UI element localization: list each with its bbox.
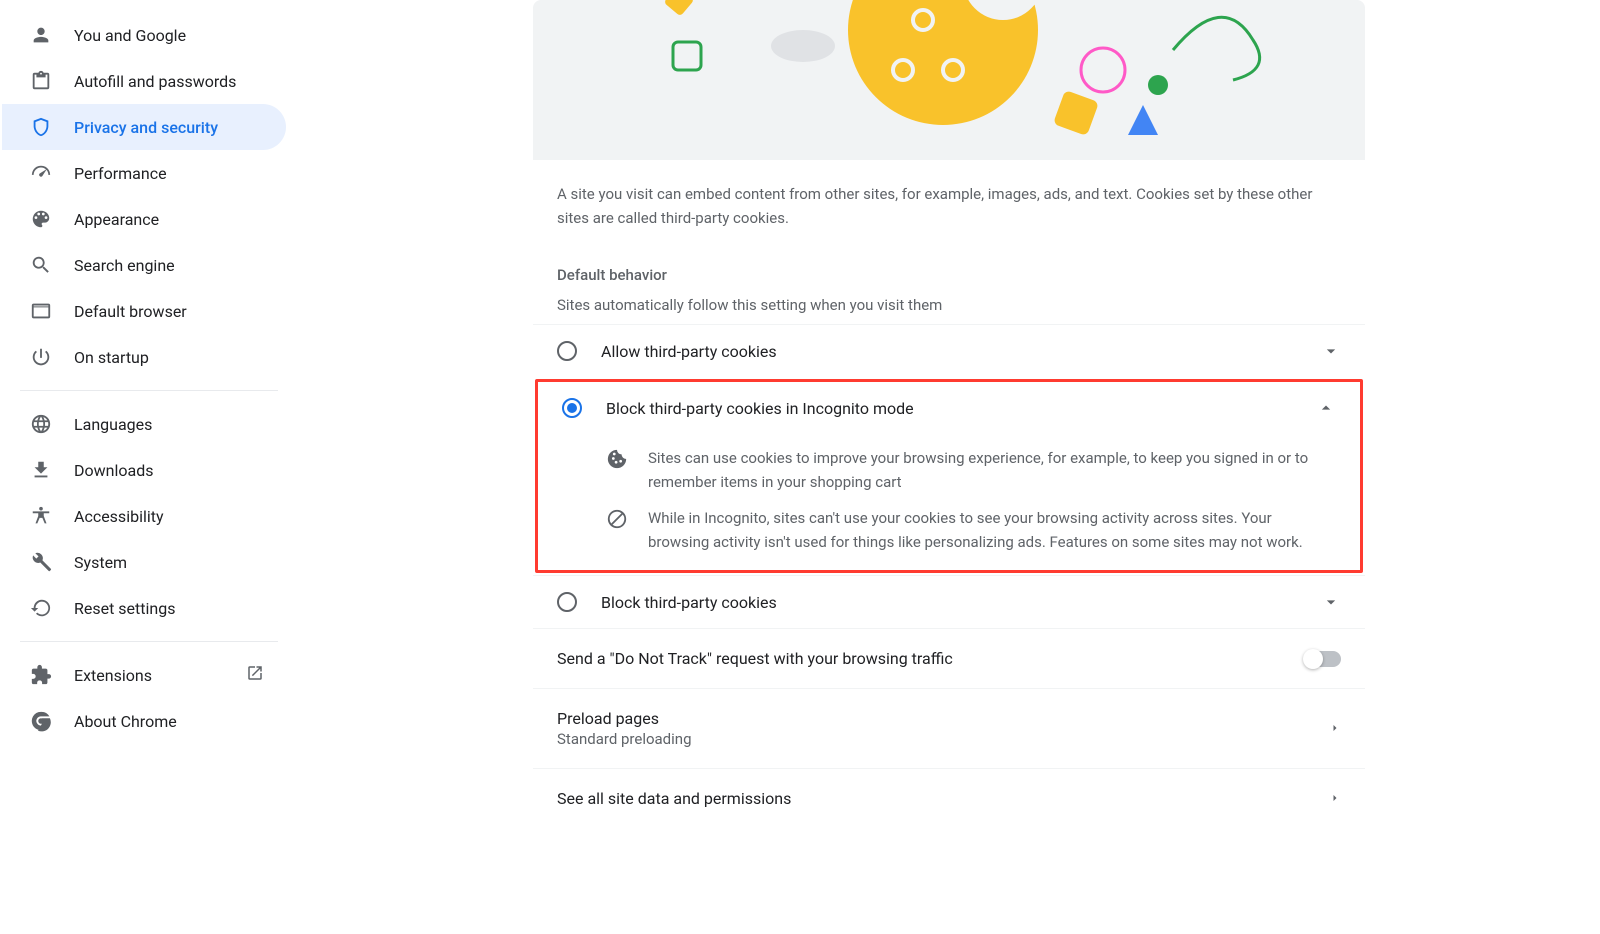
- option-block-incognito[interactable]: Block third-party cookies in Incognito m…: [538, 382, 1360, 434]
- sidebar-item-label: Autofill and passwords: [74, 72, 236, 91]
- sidebar-item-system[interactable]: System: [2, 539, 286, 585]
- chevron-up-icon[interactable]: [1316, 398, 1336, 418]
- sidebar-item-label: On startup: [74, 348, 149, 367]
- sidebar-item-about[interactable]: About Chrome: [2, 698, 286, 744]
- settings-main: A site you visit can embed content from …: [298, 0, 1600, 934]
- radio-button[interactable]: [562, 398, 582, 418]
- globe-icon: [30, 413, 52, 435]
- detail-row: While in Incognito, sites can't use your…: [562, 506, 1336, 554]
- clipboard-icon: [30, 70, 52, 92]
- download-icon: [30, 459, 52, 481]
- speed-icon: [30, 162, 52, 184]
- setting-title: Preload pages: [557, 709, 1329, 728]
- chevron-down-icon[interactable]: [1321, 341, 1341, 361]
- browser-icon: [30, 300, 52, 322]
- extension-icon: [30, 664, 52, 686]
- detail-text: Sites can use cookies to improve your br…: [648, 446, 1336, 494]
- sidebar-item-label: Search engine: [74, 256, 175, 275]
- sidebar-item-label: You and Google: [74, 26, 186, 45]
- option-details: Sites can use cookies to improve your br…: [538, 446, 1360, 570]
- setting-preload-pages[interactable]: Preload pages Standard preloading: [533, 688, 1365, 768]
- sidebar-item-you-and-google[interactable]: You and Google: [2, 12, 286, 58]
- chrome-icon: [30, 710, 52, 732]
- search-icon: [30, 254, 52, 276]
- power-icon: [30, 346, 52, 368]
- sidebar-item-languages[interactable]: Languages: [2, 401, 286, 447]
- sidebar-item-label: Extensions: [74, 666, 152, 685]
- option-allow-third-party[interactable]: Allow third-party cookies: [533, 324, 1365, 377]
- radio-button[interactable]: [557, 592, 577, 612]
- setting-do-not-track[interactable]: Send a "Do Not Track" request with your …: [533, 628, 1365, 688]
- cookies-banner: [533, 0, 1365, 160]
- block-icon: [606, 508, 628, 530]
- cookies-description: A site you visit can embed content from …: [557, 182, 1341, 230]
- sidebar-item-downloads[interactable]: Downloads: [2, 447, 286, 493]
- sidebar-item-label: System: [74, 553, 127, 572]
- wrench-icon: [30, 551, 52, 573]
- sidebar-item-label: About Chrome: [74, 712, 177, 731]
- sidebar-item-performance[interactable]: Performance: [2, 150, 286, 196]
- option-label: Allow third-party cookies: [601, 342, 1321, 361]
- sidebar-divider: [20, 641, 278, 642]
- sidebar-item-label: Performance: [74, 164, 167, 183]
- sidebar-item-appearance[interactable]: Appearance: [2, 196, 286, 242]
- sidebar-divider: [20, 390, 278, 391]
- setting-subtitle: Standard preloading: [557, 730, 1329, 748]
- sidebar-item-label: Appearance: [74, 210, 159, 229]
- sidebar-item-reset[interactable]: Reset settings: [2, 585, 286, 631]
- sidebar-item-label: Default browser: [74, 302, 187, 321]
- cookies-card: A site you visit can embed content from …: [533, 0, 1365, 934]
- sidebar-item-extensions[interactable]: Extensions: [2, 652, 286, 698]
- option-label: Block third-party cookies in Incognito m…: [606, 399, 1316, 418]
- banner-illustration: [533, 0, 1365, 160]
- reset-icon: [30, 597, 52, 619]
- open-in-new-icon: [246, 664, 264, 686]
- accessibility-icon: [30, 505, 52, 527]
- detail-row: Sites can use cookies to improve your br…: [562, 446, 1336, 494]
- chevron-down-icon[interactable]: [1321, 592, 1341, 612]
- radio-button[interactable]: [557, 341, 577, 361]
- sidebar-item-label: Privacy and security: [74, 118, 218, 137]
- option-label: Block third-party cookies: [601, 593, 1321, 612]
- default-behavior-subtitle: Sites automatically follow this setting …: [557, 296, 1341, 314]
- highlight-annotation: Block third-party cookies in Incognito m…: [535, 379, 1363, 573]
- sidebar-item-search-engine[interactable]: Search engine: [2, 242, 286, 288]
- setting-title: See all site data and permissions: [557, 789, 1329, 808]
- detail-text: While in Incognito, sites can't use your…: [648, 506, 1336, 554]
- shield-icon: [30, 116, 52, 138]
- sidebar-item-autofill[interactable]: Autofill and passwords: [2, 58, 286, 104]
- toggle-switch[interactable]: [1305, 651, 1341, 667]
- setting-all-site-data[interactable]: See all site data and permissions: [533, 768, 1365, 828]
- sidebar-item-default-browser[interactable]: Default browser: [2, 288, 286, 334]
- sidebar-item-on-startup[interactable]: On startup: [2, 334, 286, 380]
- default-behavior-title: Default behavior: [557, 266, 1341, 284]
- option-block-third-party[interactable]: Block third-party cookies: [533, 575, 1365, 628]
- cookie-icon: [606, 448, 628, 470]
- person-icon: [30, 24, 52, 46]
- sidebar-item-label: Reset settings: [74, 599, 175, 618]
- sidebar-item-privacy[interactable]: Privacy and security: [2, 104, 286, 150]
- sidebar-item-label: Languages: [74, 415, 152, 434]
- chevron-right-icon: [1329, 720, 1341, 738]
- sidebar-item-label: Accessibility: [74, 507, 164, 526]
- settings-sidebar: You and Google Autofill and passwords Pr…: [0, 0, 298, 934]
- chevron-right-icon: [1329, 790, 1341, 808]
- palette-icon: [30, 208, 52, 230]
- sidebar-item-label: Downloads: [74, 461, 153, 480]
- setting-title: Send a "Do Not Track" request with your …: [557, 649, 1305, 668]
- sidebar-item-accessibility[interactable]: Accessibility: [2, 493, 286, 539]
